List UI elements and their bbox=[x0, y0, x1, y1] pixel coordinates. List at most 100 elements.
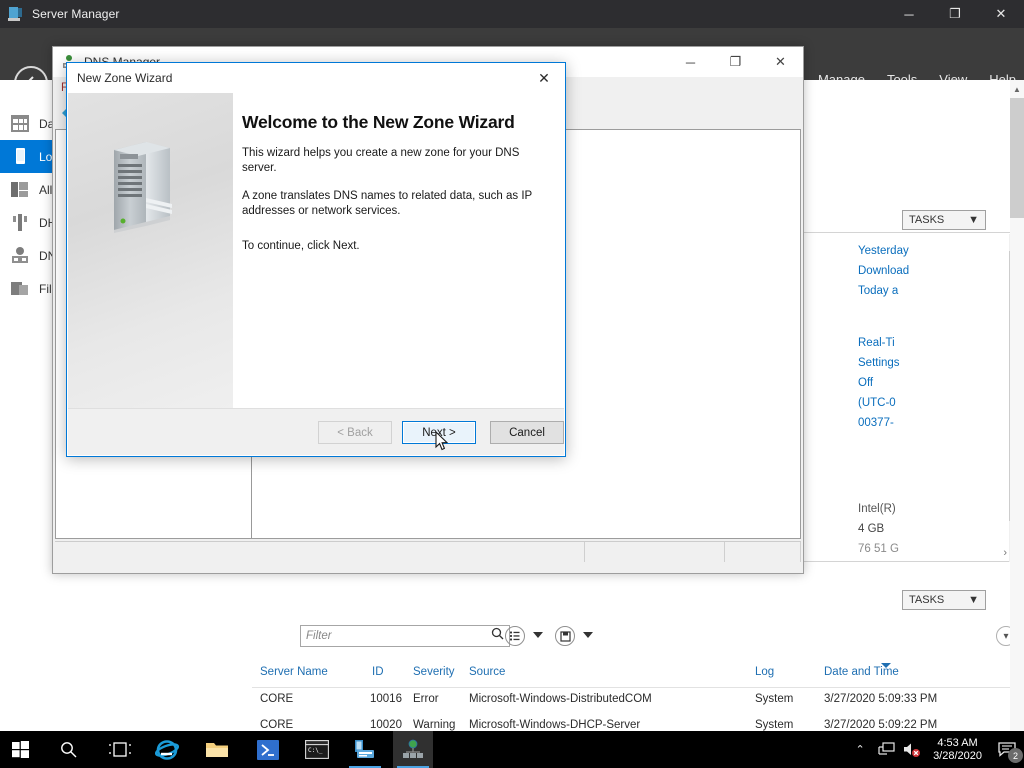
tasks-label: TASKS bbox=[909, 214, 945, 226]
show-hidden-icons-button[interactable]: ⌃ bbox=[847, 731, 873, 768]
screen: Server Manager ─ ❐ ✕ Manage Tools View bbox=[0, 0, 1024, 768]
all-servers-icon bbox=[10, 180, 30, 199]
dns-manager-button[interactable] bbox=[393, 731, 433, 768]
cell-source: Microsoft-Windows-DistributedCOM bbox=[469, 693, 652, 705]
save-query-icon[interactable] bbox=[555, 626, 575, 646]
task-view-icon bbox=[109, 742, 131, 757]
cell-id: 10020 bbox=[370, 719, 402, 731]
server-manager-button[interactable] bbox=[345, 731, 385, 768]
wizard-banner bbox=[68, 93, 233, 409]
cell-date-and-time: 3/27/2020 5:09:22 PM bbox=[824, 719, 938, 731]
sm-close-button[interactable]: ✕ bbox=[978, 0, 1024, 28]
notifications-button[interactable]: 2 bbox=[990, 731, 1024, 768]
server-manager-icon bbox=[8, 6, 24, 22]
file-storage-icon bbox=[10, 279, 30, 298]
dns-minimize-button[interactable]: ─ bbox=[668, 47, 713, 77]
taskbar: C:\_ ⌃ 4:53 AM 3/28/2020 2 bbox=[0, 731, 1024, 768]
sm-minimize-button[interactable]: ─ bbox=[886, 0, 932, 28]
query-list-chevron-down-icon[interactable] bbox=[533, 632, 543, 638]
property-value: 76 51 G bbox=[858, 543, 899, 555]
column-server-name[interactable]: Server Name bbox=[260, 666, 328, 678]
server-manager-sidebar: Dashboard Local Server All Servers DHCP bbox=[0, 80, 176, 731]
column-id[interactable]: ID bbox=[372, 666, 384, 678]
filter-field[interactable] bbox=[300, 625, 510, 647]
folder-icon bbox=[206, 743, 228, 757]
sidebar-item-all-servers[interactable]: All Servers bbox=[0, 173, 97, 206]
task-view-button[interactable] bbox=[100, 731, 140, 768]
sidebar-item-local-server[interactable]: Local Server bbox=[0, 140, 106, 173]
wizard-title: New Zone Wizard bbox=[77, 71, 173, 85]
cell-log: System bbox=[755, 719, 794, 731]
svg-text:C:\_: C:\_ bbox=[308, 747, 323, 754]
notifications-count-badge: 2 bbox=[1008, 748, 1023, 763]
wizard-footer: < Back Next > Cancel bbox=[68, 408, 564, 455]
column-source[interactable]: Source bbox=[469, 666, 505, 678]
scrollbar-thumb[interactable] bbox=[1010, 98, 1024, 218]
close-icon[interactable]: ✕ bbox=[523, 63, 565, 93]
property-value[interactable]: Yesterday bbox=[858, 245, 909, 257]
volume-muted-icon[interactable] bbox=[899, 731, 925, 768]
command-prompt-button[interactable]: C:\_ bbox=[297, 731, 337, 768]
server-manager-titlebar: Server Manager ─ ❐ ✕ bbox=[0, 0, 1024, 28]
clock-date: 3/28/2020 bbox=[933, 749, 982, 762]
chevron-down-icon: ▼ bbox=[968, 214, 979, 226]
wizard-text: Welcome to the New Zone Wizard This wiza… bbox=[242, 111, 547, 254]
server-manager-title: Server Manager bbox=[32, 7, 120, 21]
back-button: < Back bbox=[318, 421, 392, 444]
search-icon bbox=[60, 742, 76, 758]
start-button[interactable] bbox=[0, 731, 40, 768]
properties-h-scroll-icon[interactable]: › bbox=[1003, 547, 1007, 559]
property-value[interactable]: (UTC-0 bbox=[858, 397, 896, 409]
property-value[interactable]: Today a bbox=[858, 285, 898, 297]
sidebar-item-dns[interactable]: DNS bbox=[0, 239, 64, 272]
search-button[interactable] bbox=[48, 731, 88, 768]
dns-manager-statusbar bbox=[55, 541, 801, 562]
sidebar-item-file-and-storage-services[interactable]: File and Storage Services bbox=[0, 272, 176, 305]
sm-restore-button[interactable]: ❐ bbox=[932, 0, 978, 28]
property-value[interactable]: Off bbox=[858, 377, 873, 389]
internet-explorer-button[interactable] bbox=[147, 731, 187, 768]
dns-manager-icon bbox=[403, 739, 423, 758]
query-list-icon[interactable] bbox=[505, 626, 525, 646]
scroll-up-icon[interactable]: ▲ bbox=[1010, 80, 1024, 98]
sort-ascending-icon bbox=[881, 663, 891, 668]
windows-logo-icon bbox=[11, 741, 29, 758]
events-toolbar: ▾ bbox=[252, 618, 1024, 660]
events-table-header: Server Name ID Severity Source Log Date … bbox=[252, 662, 1024, 688]
save-query-chevron-down-icon[interactable] bbox=[583, 632, 593, 638]
cell-severity: Error bbox=[413, 693, 439, 705]
column-severity[interactable]: Severity bbox=[413, 666, 455, 678]
sidebar-item-dashboard[interactable]: Dashboard bbox=[0, 107, 98, 140]
powershell-button[interactable] bbox=[248, 731, 288, 768]
command-prompt-icon: C:\_ bbox=[305, 740, 329, 759]
cell-log: System bbox=[755, 693, 794, 705]
content-scrollbar[interactable]: ▲ bbox=[1010, 80, 1024, 731]
events-tasks-button[interactable]: TASKS ▼ bbox=[902, 590, 986, 610]
property-value[interactable]: Download bbox=[858, 265, 909, 277]
property-value[interactable]: 00377- bbox=[858, 417, 894, 429]
file-explorer-button[interactable] bbox=[197, 731, 237, 768]
network-icon[interactable] bbox=[873, 731, 899, 768]
wizard-body: Welcome to the New Zone Wizard This wiza… bbox=[68, 93, 564, 409]
cell-server-name: CORE bbox=[260, 693, 294, 705]
properties-tasks-button[interactable]: TASKS ▼ bbox=[902, 210, 986, 230]
server-manager-icon bbox=[355, 739, 374, 758]
search-icon[interactable] bbox=[491, 627, 504, 645]
tasks-label: TASKS bbox=[909, 594, 945, 606]
property-value[interactable]: Real-Ti bbox=[858, 337, 895, 349]
search-input[interactable] bbox=[306, 627, 486, 645]
property-value[interactable]: Settings bbox=[858, 357, 900, 369]
wizard-titlebar: New Zone Wizard ✕ bbox=[67, 63, 565, 93]
table-row[interactable]: CORE 10016 Error Microsoft-Windows-Distr… bbox=[252, 688, 1024, 714]
dns-restore-button[interactable]: ❐ bbox=[713, 47, 758, 77]
column-log[interactable]: Log bbox=[755, 666, 774, 678]
dns-close-button[interactable]: ✕ bbox=[758, 47, 803, 77]
sidebar-item-dhcp[interactable]: DHCP bbox=[0, 206, 73, 239]
new-zone-wizard-dialog[interactable]: New Zone Wizard ✕ Welcome to the New Zon… bbox=[66, 62, 566, 457]
next-button[interactable]: Next > bbox=[402, 421, 476, 444]
powershell-icon bbox=[257, 739, 279, 760]
property-value: 4 GB bbox=[858, 523, 885, 535]
clock[interactable]: 4:53 AM 3/28/2020 bbox=[925, 737, 990, 763]
cancel-button[interactable]: Cancel bbox=[490, 421, 564, 444]
wizard-paragraph-2: A zone translates DNS names to related d… bbox=[242, 190, 533, 217]
